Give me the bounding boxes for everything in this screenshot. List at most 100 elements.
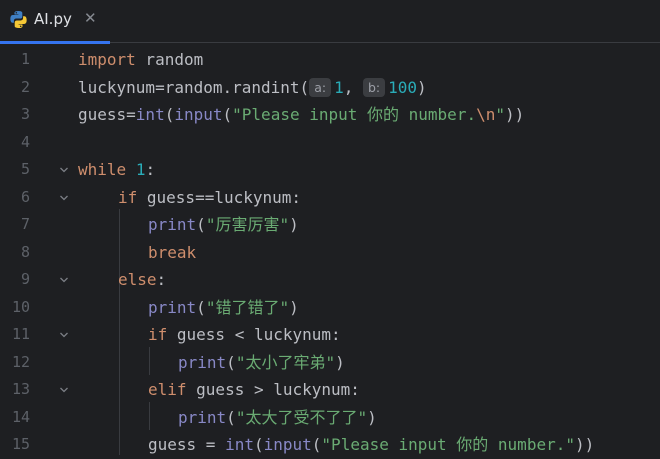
builtin: int: [135, 105, 165, 124]
keyword: else: [118, 270, 157, 289]
escape-sequence: \n: [476, 105, 496, 124]
code-line: 5 while 1:: [0, 156, 660, 184]
line-number: 11: [11, 325, 30, 343]
close-icon[interactable]: ✕: [84, 9, 97, 27]
code-line: 15 guess = int(input("Please input 你的 nu…: [0, 431, 660, 459]
string-literal: "Please input 你的 number.: [232, 105, 477, 124]
code-text: break: [148, 239, 196, 267]
line-number: 1: [20, 50, 30, 68]
code-token: :: [145, 160, 156, 179]
parameter-hint: b:: [362, 77, 386, 97]
keyword: break: [148, 242, 197, 262]
code-line: 12 print("太小了牢弟"): [0, 349, 660, 377]
code-token: (: [226, 352, 236, 372]
line-number: 10: [11, 297, 30, 316]
code-line: 14 print("太大了受不了了"): [0, 404, 660, 432]
string-literal: "错了错了": [205, 297, 290, 317]
line-number: 15: [11, 435, 30, 453]
code-token: ): [289, 297, 299, 317]
line-number: 3: [20, 105, 30, 123]
fold-chevron-icon[interactable]: [59, 330, 69, 340]
line-number: 8: [20, 242, 30, 261]
tab-label: AI.py: [34, 10, 72, 28]
code-token: random: [135, 50, 204, 69]
line-number: 4: [20, 132, 30, 151]
code-text: import random: [78, 46, 203, 74]
line-number: 7: [20, 215, 30, 233]
keyword: elif: [148, 380, 187, 399]
code-text: guess=int(input("Please input 你的 number.…: [78, 101, 524, 129]
number-literal: 1: [334, 77, 344, 97]
code-token: (: [164, 105, 175, 124]
parameter-hint: a:: [309, 77, 332, 97]
builtin: print: [178, 352, 227, 372]
editor-tab-bar: AI.py ✕: [0, 0, 660, 44]
keyword: while: [78, 160, 127, 179]
line-number: 12: [11, 352, 30, 371]
code-line: 4: [0, 129, 660, 157]
code-token: (: [226, 407, 236, 427]
code-line: 3 guess=int(input("Please input 你的 numbe…: [0, 101, 660, 129]
code-text: while 1:: [78, 156, 155, 184]
fold-chevron-icon[interactable]: [59, 275, 69, 285]
keyword: if: [118, 187, 138, 207]
code-text: print("太小了牢弟"): [178, 349, 345, 377]
string-literal: "厉害厉害": [205, 215, 290, 234]
line-number: 14: [11, 407, 30, 426]
string-literal: ": [495, 105, 505, 124]
keyword: if: [148, 325, 168, 344]
code-text: guess = int(input("Please input 你的 numbe…: [148, 431, 594, 459]
builtin: print: [148, 297, 197, 317]
code-token: )): [574, 435, 595, 454]
code-text: if guess < luckynum:: [148, 321, 341, 349]
code-token: guess < luckynum:: [167, 325, 341, 344]
code-line: 9 else:: [0, 266, 660, 294]
keyword: import: [78, 50, 136, 69]
code-text: elif guess > luckynum:: [148, 376, 360, 404]
code-token: (: [253, 435, 264, 454]
code-line: 11 if guess < luckynum:: [0, 321, 660, 349]
code-token: (: [196, 297, 206, 317]
builtin: input: [174, 105, 223, 124]
string-literal: "太大了受不了了": [235, 407, 368, 427]
python-file-icon: [10, 10, 27, 29]
line-number: 5: [20, 160, 30, 178]
code-token: ): [289, 215, 299, 234]
code-token: ): [417, 77, 427, 97]
code-editor[interactable]: 1 import random 2 luckynum=random.randin…: [0, 44, 660, 455]
code-line: 13 elif guess > luckynum:: [0, 376, 660, 404]
code-text: if guess==luckynum:: [118, 184, 301, 212]
builtin: int: [225, 435, 254, 454]
number-literal: 100: [388, 77, 418, 97]
code-token: guess==luckynum:: [137, 187, 302, 207]
code-text: print("厉害厉害"): [148, 211, 299, 239]
code-text: luckynum=random.randint(a: 1, b: 100): [78, 74, 427, 102]
code-line: 8 break: [0, 239, 660, 267]
code-line: 7 print("厉害厉害"): [0, 211, 660, 239]
line-number: 2: [20, 77, 30, 96]
code-line: 10 print("错了错了"): [0, 294, 660, 322]
string-literal: "Please input 你的 number.": [321, 435, 575, 454]
code-token: guess =: [148, 435, 226, 454]
code-token: :: [156, 270, 167, 289]
fold-chevron-icon[interactable]: [59, 193, 69, 203]
code-line: 6 if guess==luckynum:: [0, 184, 660, 212]
line-number: 6: [20, 187, 30, 206]
string-literal: "太小了牢弟": [235, 352, 336, 372]
code-token: ): [367, 407, 377, 427]
number-literal: 1: [135, 160, 146, 179]
builtin: print: [178, 407, 227, 427]
code-line: 2 luckynum=random.randint(a: 1, b: 100): [0, 74, 660, 102]
code-token: ,: [343, 77, 354, 97]
code-token: guess > luckynum:: [186, 380, 360, 399]
code-token: guess=: [78, 105, 136, 124]
builtin: input: [263, 435, 312, 454]
fold-chevron-icon[interactable]: [59, 385, 69, 395]
tab-ai-py[interactable]: AI.py ✕: [0, 0, 110, 44]
code-text: print("太大了受不了了"): [178, 404, 377, 432]
code-line: 1 import random: [0, 46, 660, 74]
code-token: (: [196, 215, 206, 234]
code-token: (: [222, 105, 233, 124]
fold-chevron-icon[interactable]: [59, 165, 69, 175]
